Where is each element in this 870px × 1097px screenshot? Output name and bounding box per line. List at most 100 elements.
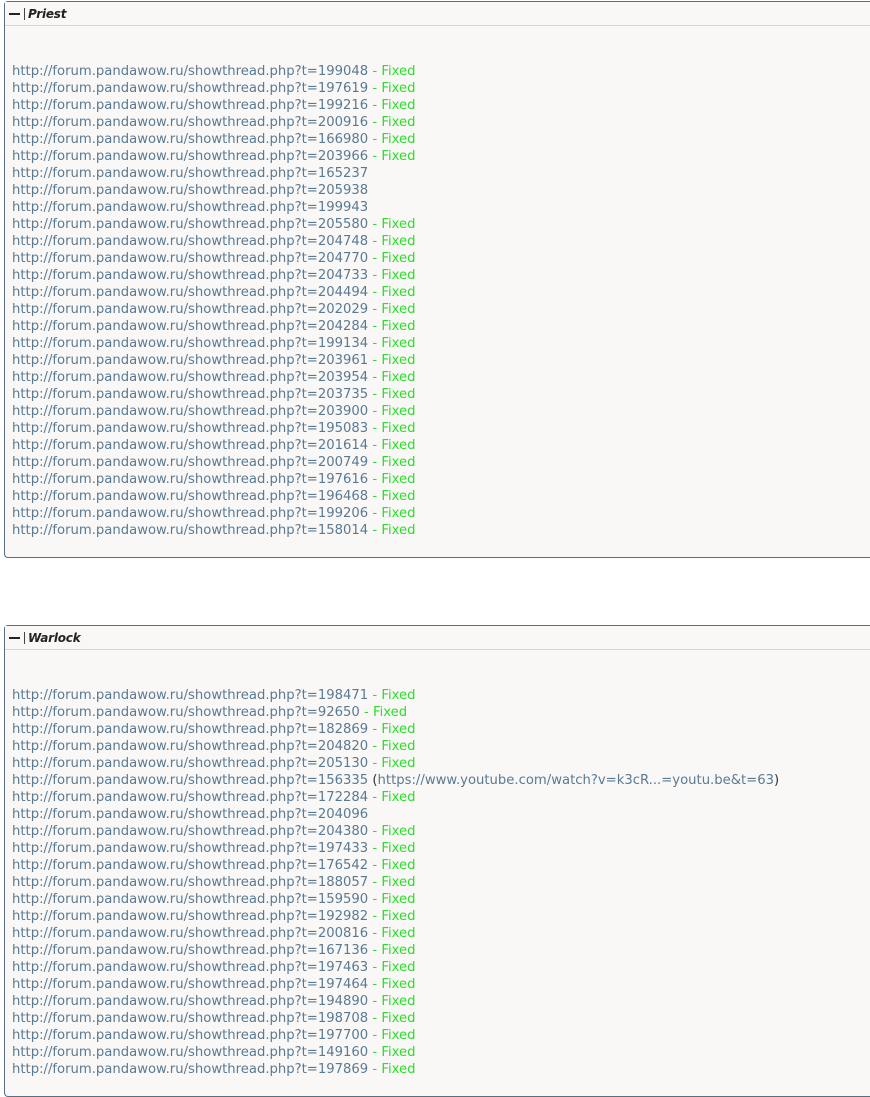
thread-link[interactable]: http://forum.pandawow.ru/showthread.php?…	[12, 1028, 368, 1043]
fixed-status: - Fixed	[368, 353, 416, 368]
fixed-status: - Fixed	[368, 472, 416, 487]
thread-link[interactable]: http://forum.pandawow.ru/showthread.php?…	[12, 756, 368, 771]
fixed-status: - Fixed	[368, 506, 416, 521]
thread-link[interactable]: http://forum.pandawow.ru/showthread.php?…	[12, 977, 368, 992]
thread-link[interactable]: http://forum.pandawow.ru/showthread.php?…	[12, 960, 368, 975]
thread-link[interactable]: http://forum.pandawow.ru/showthread.php?…	[12, 943, 368, 958]
thread-link[interactable]: http://forum.pandawow.ru/showthread.php?…	[12, 115, 368, 130]
list-item: http://forum.pandawow.ru/showthread.php?…	[12, 454, 870, 471]
thread-link[interactable]: http://forum.pandawow.ru/showthread.php?…	[12, 455, 368, 470]
fixed-status: - Fixed	[368, 421, 416, 436]
spoiler-warlock: Warlock http://forum.pandawow.ru/showthr…	[4, 625, 870, 1097]
thread-link[interactable]: http://forum.pandawow.ru/showthread.php?…	[12, 824, 368, 839]
thread-link[interactable]: http://forum.pandawow.ru/showthread.php?…	[12, 739, 368, 754]
thread-link[interactable]: http://forum.pandawow.ru/showthread.php?…	[12, 438, 368, 453]
list-item: http://forum.pandawow.ru/showthread.php?…	[12, 318, 870, 335]
list-item: http://forum.pandawow.ru/showthread.php?…	[12, 857, 870, 874]
fixed-status: - Fixed	[368, 81, 416, 96]
thread-link[interactable]: http://forum.pandawow.ru/showthread.php?…	[12, 705, 360, 720]
thread-link[interactable]: http://forum.pandawow.ru/showthread.php?…	[12, 892, 368, 907]
video-link[interactable]: https://www.youtube.com/watch?v=k3cR...=…	[378, 773, 774, 788]
thread-link[interactable]: http://forum.pandawow.ru/showthread.php?…	[12, 217, 368, 232]
list-item: http://forum.pandawow.ru/showthread.php?…	[12, 993, 870, 1010]
fixed-status: - Fixed	[368, 489, 416, 504]
fixed-status: - Fixed	[368, 892, 416, 907]
fixed-status: - Fixed	[359, 705, 408, 720]
thread-link[interactable]: http://forum.pandawow.ru/showthread.php?…	[12, 64, 368, 79]
collapse-icon[interactable]	[8, 7, 21, 20]
list-item: http://forum.pandawow.ru/showthread.php?…	[12, 942, 870, 959]
thread-link[interactable]: http://forum.pandawow.ru/showthread.php?…	[12, 404, 368, 419]
thread-link[interactable]: http://forum.pandawow.ru/showthread.php?…	[12, 302, 368, 317]
list-item: http://forum.pandawow.ru/showthread.php?…	[12, 165, 870, 182]
list-item: http://forum.pandawow.ru/showthread.php?…	[12, 704, 870, 721]
fixed-status: - Fixed	[368, 319, 416, 334]
thread-link[interactable]: http://forum.pandawow.ru/showthread.php?…	[12, 472, 368, 487]
thread-link[interactable]: http://forum.pandawow.ru/showthread.php?…	[12, 268, 368, 283]
thread-link[interactable]: http://forum.pandawow.ru/showthread.php?…	[12, 773, 368, 788]
thread-link[interactable]: http://forum.pandawow.ru/showthread.php?…	[12, 387, 368, 402]
spoiler-title: Warlock	[28, 630, 81, 645]
list-item: http://forum.pandawow.ru/showthread.php?…	[12, 182, 870, 199]
thread-link[interactable]: http://forum.pandawow.ru/showthread.php?…	[12, 994, 368, 1009]
thread-link[interactable]: http://forum.pandawow.ru/showthread.php?…	[12, 183, 368, 198]
fixed-status: - Fixed	[368, 302, 416, 317]
fixed-status: - Fixed	[368, 1062, 416, 1077]
thread-link[interactable]: http://forum.pandawow.ru/showthread.php?…	[12, 319, 368, 334]
fixed-status: - Fixed	[368, 739, 416, 754]
fixed-status: - Fixed	[368, 523, 416, 538]
list-item: http://forum.pandawow.ru/showthread.php?…	[12, 1010, 870, 1027]
thread-link[interactable]: http://forum.pandawow.ru/showthread.php?…	[12, 807, 368, 822]
fixed-status: - Fixed	[368, 858, 416, 873]
spoiler-header[interactable]: Warlock	[5, 626, 870, 650]
thread-link[interactable]: http://forum.pandawow.ru/showthread.php?…	[12, 132, 368, 147]
thread-link[interactable]: http://forum.pandawow.ru/showthread.php?…	[12, 149, 368, 164]
thread-link[interactable]: http://forum.pandawow.ru/showthread.php?…	[12, 285, 368, 300]
collapse-icon[interactable]	[8, 631, 21, 644]
thread-link[interactable]: http://forum.pandawow.ru/showthread.php?…	[12, 166, 368, 181]
thread-link[interactable]: http://forum.pandawow.ru/showthread.php?…	[12, 841, 368, 856]
thread-link[interactable]: http://forum.pandawow.ru/showthread.php?…	[12, 98, 368, 113]
list-item: http://forum.pandawow.ru/showthread.php?…	[12, 250, 870, 267]
thread-link[interactable]: http://forum.pandawow.ru/showthread.php?…	[12, 81, 368, 96]
list-item: http://forum.pandawow.ru/showthread.php?…	[12, 1044, 870, 1061]
thread-link[interactable]: http://forum.pandawow.ru/showthread.php?…	[12, 523, 368, 538]
thread-link[interactable]: http://forum.pandawow.ru/showthread.php?…	[12, 790, 368, 805]
list-item: http://forum.pandawow.ru/showthread.php?…	[12, 505, 870, 522]
thread-link[interactable]: http://forum.pandawow.ru/showthread.php?…	[12, 200, 368, 215]
fixed-status: - Fixed	[368, 960, 416, 975]
list-item: http://forum.pandawow.ru/showthread.php?…	[12, 97, 870, 114]
thread-link[interactable]: http://forum.pandawow.ru/showthread.php?…	[12, 421, 368, 436]
list-item: http://forum.pandawow.ru/showthread.php?…	[12, 352, 870, 369]
thread-link[interactable]: http://forum.pandawow.ru/showthread.php?…	[12, 234, 368, 249]
thread-link[interactable]: http://forum.pandawow.ru/showthread.php?…	[12, 909, 368, 924]
fixed-status: - Fixed	[368, 977, 416, 992]
spoiler-header[interactable]: Priest	[5, 2, 870, 26]
fixed-status: - Fixed	[368, 438, 416, 453]
list-item: http://forum.pandawow.ru/showthread.php?…	[12, 908, 870, 925]
thread-link[interactable]: http://forum.pandawow.ru/showthread.php?…	[12, 370, 368, 385]
thread-link[interactable]: http://forum.pandawow.ru/showthread.php?…	[12, 858, 368, 873]
thread-link[interactable]: http://forum.pandawow.ru/showthread.php?…	[12, 1062, 368, 1077]
thread-link[interactable]: http://forum.pandawow.ru/showthread.php?…	[12, 926, 368, 941]
paren-close: )	[774, 773, 780, 788]
thread-link[interactable]: http://forum.pandawow.ru/showthread.php?…	[12, 688, 368, 703]
list-item: http://forum.pandawow.ru/showthread.php?…	[12, 216, 870, 233]
thread-link[interactable]: http://forum.pandawow.ru/showthread.php?…	[12, 875, 368, 890]
list-item: http://forum.pandawow.ru/showthread.php?…	[12, 437, 870, 454]
thread-link[interactable]: http://forum.pandawow.ru/showthread.php?…	[12, 489, 368, 504]
list-item: http://forum.pandawow.ru/showthread.php?…	[12, 233, 870, 250]
fixed-status: - Fixed	[368, 909, 416, 924]
thread-link[interactable]: http://forum.pandawow.ru/showthread.php?…	[12, 336, 368, 351]
thread-link[interactable]: http://forum.pandawow.ru/showthread.php?…	[12, 722, 368, 737]
paren-open: (	[368, 773, 378, 788]
thread-link[interactable]: http://forum.pandawow.ru/showthread.php?…	[12, 251, 368, 266]
fixed-status: - Fixed	[368, 455, 416, 470]
thread-link[interactable]: http://forum.pandawow.ru/showthread.php?…	[12, 1045, 368, 1060]
thread-link[interactable]: http://forum.pandawow.ru/showthread.php?…	[12, 506, 368, 521]
fixed-status: - Fixed	[368, 268, 416, 283]
thread-link[interactable]: http://forum.pandawow.ru/showthread.php?…	[12, 1011, 368, 1026]
fixed-status: - Fixed	[368, 234, 416, 249]
fixed-status: - Fixed	[368, 1028, 416, 1043]
thread-link[interactable]: http://forum.pandawow.ru/showthread.php?…	[12, 353, 368, 368]
